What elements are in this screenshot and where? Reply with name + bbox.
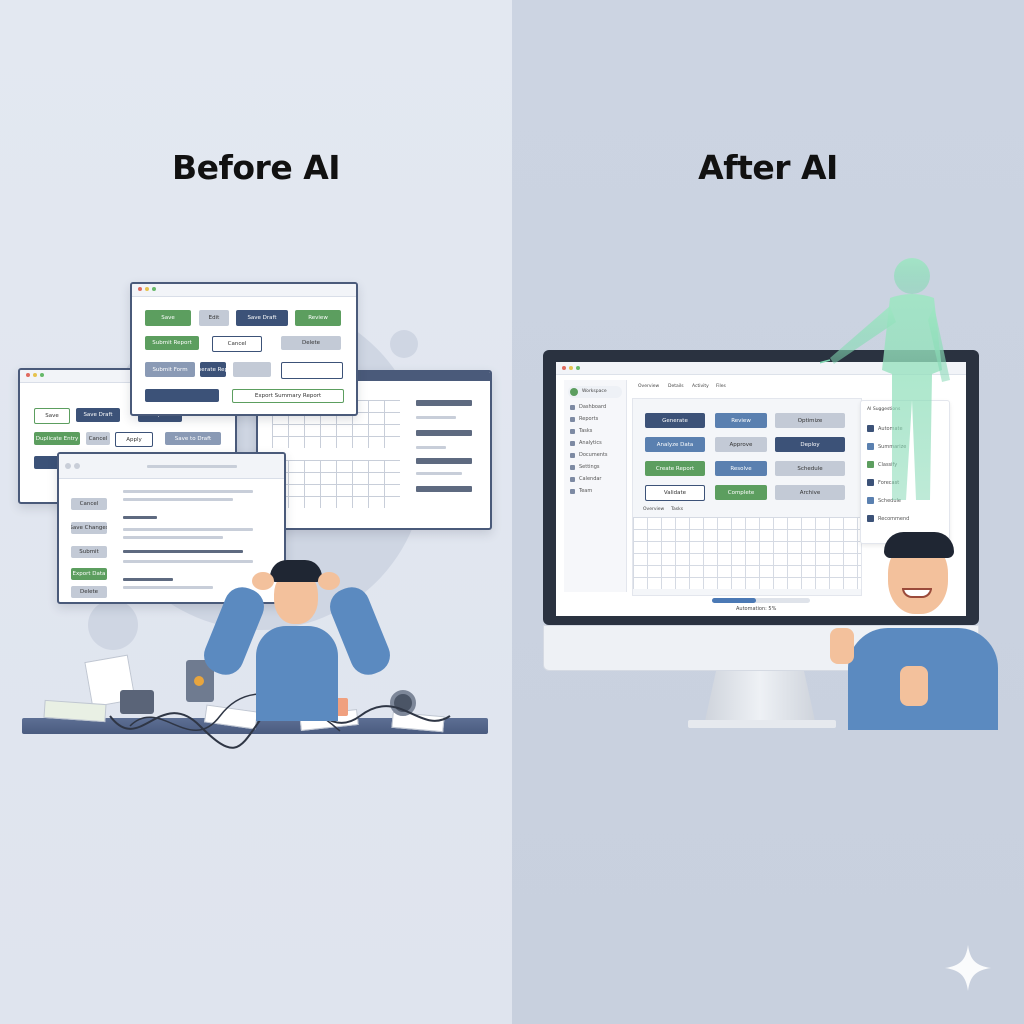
toolbar-item[interactable]: Activity <box>692 384 709 389</box>
hair <box>884 532 954 558</box>
outlined-button[interactable] <box>281 362 343 379</box>
sidebar-item-calendar[interactable]: Calendar <box>570 476 601 482</box>
progress-label: Automation: 5% <box>736 606 777 612</box>
hair <box>270 560 322 582</box>
delete-button[interactable]: Delete <box>281 336 341 350</box>
progress-bar <box>712 598 810 603</box>
save-button[interactable]: Save <box>34 408 70 424</box>
before-panel: Before AI Save Save Draft Export Duplica… <box>0 0 512 1024</box>
team-icon <box>570 488 575 494</box>
duplicate-entry-button[interactable]: Duplicate Entry <box>34 432 80 445</box>
create-report-button[interactable]: Create Report <box>645 461 705 476</box>
thumbs-up-right <box>900 666 928 706</box>
tasks-icon <box>570 428 575 434</box>
submit-report-button[interactable]: Submit Report <box>145 336 199 350</box>
happy-person <box>828 532 1000 730</box>
gray-button[interactable] <box>233 362 271 377</box>
submit-form-button[interactable]: Submit Form <box>145 362 195 377</box>
monitor-base <box>688 720 836 728</box>
calendar-icon <box>570 476 575 482</box>
sidebar-item-tasks[interactable]: Tasks <box>570 428 592 434</box>
reports-icon <box>570 416 575 422</box>
navy-button[interactable] <box>145 389 219 402</box>
documents-icon <box>570 452 575 458</box>
sidebar-item-analytics[interactable]: Analytics <box>570 440 602 446</box>
sidebar-header: Workspace <box>582 389 607 394</box>
save-changes-button[interactable]: Save Changes <box>71 522 107 534</box>
thumbs-up-left <box>830 628 854 664</box>
cancel-button[interactable]: Cancel <box>212 336 262 352</box>
spreadsheet-grid <box>272 460 400 508</box>
sidebar-item-dashboard[interactable]: Dashboard <box>570 404 606 410</box>
sidebar-item-team[interactable]: Team <box>570 488 592 494</box>
progress-fill <box>712 598 757 603</box>
export-data-button[interactable]: Export Data <box>71 568 107 580</box>
sidebar-item-settings[interactable]: Settings <box>570 464 600 470</box>
save-button[interactable]: Save <box>145 310 191 326</box>
analyze-data-button[interactable]: Analyze Data <box>645 437 705 452</box>
complete-button[interactable]: Complete <box>715 485 767 500</box>
toolbar-item[interactable]: Files <box>716 384 726 389</box>
background-bubble <box>390 330 418 358</box>
generate-report-button[interactable]: Generate Report <box>200 362 226 377</box>
background-bubble <box>88 600 138 650</box>
export-summary-report-button[interactable]: Export Summary Report <box>232 389 344 403</box>
save-to-draft-button[interactable]: Save to Draft <box>165 432 221 445</box>
sidebar: Workspace Dashboard Reports Tasks Analyt… <box>564 380 627 592</box>
ai-item[interactable]: Recommend <box>867 515 909 522</box>
dashboard-icon <box>570 404 575 410</box>
save-draft-button[interactable]: Save Draft <box>76 408 120 422</box>
validate-button[interactable]: Validate <box>645 485 705 501</box>
toolbar-item[interactable]: Details <box>668 384 684 389</box>
settings-icon <box>570 464 575 470</box>
resolve-button[interactable]: Resolve <box>715 461 767 476</box>
cancel-button[interactable]: Cancel <box>71 498 107 510</box>
approve-button[interactable]: Approve <box>715 437 767 452</box>
ai-hologram-figure <box>820 258 950 500</box>
analytics-icon <box>570 440 575 446</box>
table-tab-tasks[interactable]: Tasks <box>671 507 683 512</box>
table-tab-overview[interactable]: Overview <box>643 507 664 512</box>
data-table <box>633 517 861 589</box>
after-title: After AI <box>698 148 838 187</box>
sidebar-item-documents[interactable]: Documents <box>570 452 608 458</box>
review-button[interactable]: Review <box>715 413 767 428</box>
sidebar-item-reports[interactable]: Reports <box>570 416 598 422</box>
sparkle-icon <box>945 945 991 991</box>
before-title: Before AI <box>171 148 341 187</box>
toolbar-item[interactable]: Overview <box>638 384 659 389</box>
edit-button[interactable]: Edit <box>199 310 229 326</box>
apply-button[interactable]: Apply <box>115 432 153 447</box>
stressed-person <box>198 560 396 721</box>
logo-icon <box>570 388 578 396</box>
submit-button[interactable]: Submit <box>71 546 107 558</box>
generate-button[interactable]: Generate <box>645 413 705 428</box>
save-draft-button[interactable]: Save Draft <box>236 310 288 326</box>
recommend-icon <box>867 515 874 522</box>
cancel-button[interactable]: Cancel <box>86 432 110 445</box>
monitor-stand <box>705 671 815 721</box>
delete-button[interactable]: Delete <box>71 586 107 598</box>
cluttered-window-top: Save Edit Save Draft Review Submit Repor… <box>130 282 358 416</box>
review-button[interactable]: Review <box>295 310 341 326</box>
